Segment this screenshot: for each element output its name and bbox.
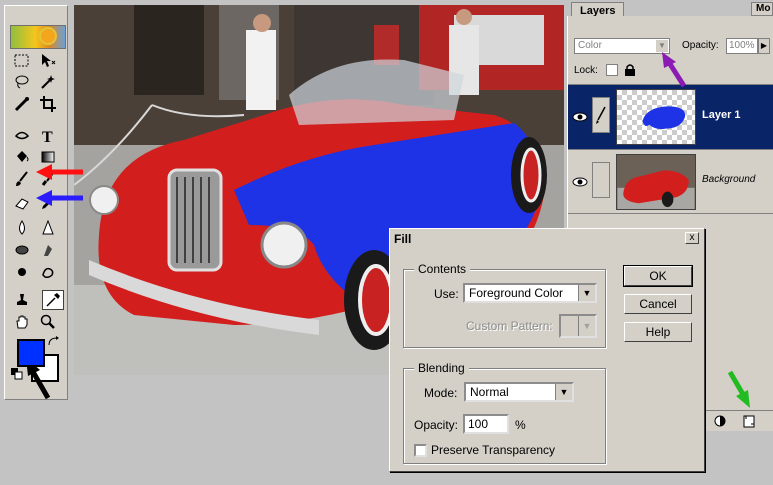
foreground-color-swatch[interactable] — [17, 339, 45, 367]
marquee-icon[interactable] — [11, 51, 33, 71]
lock-transparency-icon[interactable] — [606, 64, 618, 76]
opacity-label: Opacity: — [414, 418, 459, 432]
blending-group: Blending Mode: Normal ▼ Opacity: 100 % P… — [403, 361, 606, 464]
lasso-icon[interactable] — [11, 72, 33, 92]
swap-colors-icon[interactable] — [47, 335, 61, 349]
hand-icon[interactable] — [11, 312, 33, 332]
healing-brush-icon[interactable] — [11, 94, 33, 114]
red-arrow-annotation — [36, 164, 83, 206]
layer-link-cell[interactable] — [592, 97, 610, 133]
green-arrow-annotation — [727, 370, 750, 408]
blending-label: Blending — [414, 361, 469, 375]
custom-pattern-select: ▼ — [559, 314, 597, 338]
photoshop-logo[interactable] — [10, 25, 66, 49]
cancel-button[interactable]: Cancel — [624, 294, 692, 314]
layer-link-cell[interactable] — [592, 162, 610, 198]
sharpen-icon[interactable] — [37, 218, 59, 238]
close-icon[interactable]: x — [685, 232, 699, 244]
fill-dialog: Fill x Contents Use: Foreground Color ▼ … — [389, 228, 705, 472]
layer-row-background[interactable]: Background — [568, 149, 773, 214]
chevron-down-icon: ▼ — [578, 285, 595, 301]
ok-button[interactable]: OK — [623, 265, 693, 287]
layers-panel-header: Layers Mo — [567, 0, 773, 19]
type-icon[interactable]: T — [37, 126, 59, 146]
pen-icon[interactable] — [11, 126, 33, 146]
layer-1-thumbnail[interactable] — [616, 89, 696, 145]
layer-row-layer-1[interactable]: Layer 1 — [568, 84, 773, 149]
lock-label: Lock: — [574, 65, 598, 76]
opacity-input[interactable]: 100 — [463, 414, 509, 434]
crop-icon[interactable] — [37, 94, 59, 114]
car-thumbnail — [617, 170, 695, 209]
eye-icon[interactable] — [572, 107, 588, 127]
help-button[interactable]: Help — [624, 322, 692, 342]
adjustment-layer-icon[interactable] — [713, 414, 727, 428]
contents-label: Contents — [414, 262, 471, 276]
mode-value: Normal — [470, 385, 509, 399]
preserve-transparency-checkbox[interactable] — [414, 444, 427, 457]
clone-stamp-icon[interactable] — [11, 290, 33, 310]
chevron-right-icon[interactable]: ▶ — [758, 38, 770, 54]
dodge-icon[interactable] — [11, 240, 33, 260]
tab-more[interactable]: Mo — [751, 2, 773, 16]
blend-mode-select[interactable]: Color ▼ — [574, 38, 670, 54]
blend-mode-value: Color — [578, 40, 602, 51]
dialog-title: Fill — [394, 232, 412, 246]
chevron-down-icon: ▼ — [578, 316, 595, 336]
new-layer-icon[interactable] — [743, 414, 755, 428]
custom-pattern-label: Custom Pattern: — [466, 319, 553, 333]
default-colors-icon[interactable] — [11, 368, 23, 380]
burn-icon[interactable] — [37, 240, 59, 260]
layer-1-name: Layer 1 — [702, 109, 741, 121]
use-select[interactable]: Foreground Color ▼ — [463, 283, 597, 303]
chevron-down-icon: ▼ — [555, 384, 572, 400]
mode-select[interactable]: Normal ▼ — [464, 382, 574, 402]
opacity-input[interactable]: 100% — [726, 38, 758, 54]
sponge-icon[interactable] — [11, 262, 33, 282]
brush-icon — [596, 106, 606, 124]
preserve-transparency-label: Preserve Transparency — [431, 443, 556, 457]
eyedropper-icon[interactable] — [42, 290, 64, 310]
move-icon[interactable] — [37, 51, 59, 71]
lock-icon[interactable] — [624, 63, 636, 77]
svg-text:T: T — [42, 129, 53, 145]
opacity-unit: % — [515, 418, 526, 432]
purple-arrow-annotation — [662, 52, 687, 88]
use-value: Foreground Color — [469, 286, 564, 300]
blue-stroke-thumbnail — [642, 106, 686, 130]
smudge-icon[interactable] — [37, 262, 59, 282]
background-thumbnail[interactable] — [616, 154, 696, 210]
use-label: Use: — [434, 287, 459, 301]
background-layer-name: Background — [702, 174, 756, 185]
mode-label: Mode: — [424, 386, 458, 400]
magic-wand-icon[interactable] — [37, 72, 59, 92]
eye-icon[interactable] — [572, 172, 588, 192]
contents-group: Contents Use: Foreground Color ▼ Custom … — [403, 262, 606, 348]
zoom-icon[interactable] — [37, 312, 59, 332]
blur-icon[interactable] — [11, 218, 33, 238]
